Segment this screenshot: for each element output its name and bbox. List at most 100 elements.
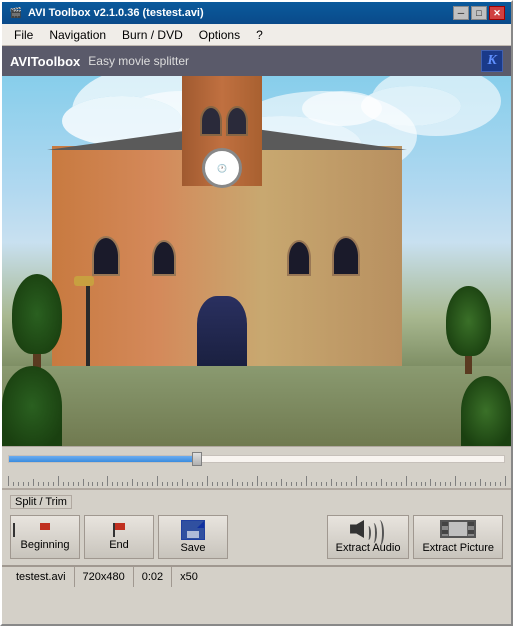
beginning-label: Beginning: [21, 539, 70, 551]
tick-4: [28, 482, 29, 486]
tree-top-right: [446, 286, 491, 356]
extract-audio-button[interactable]: Extract Audio: [327, 515, 410, 559]
tick-42: [217, 482, 218, 486]
extract-picture-label: Extract Picture: [422, 542, 494, 554]
church-window-left: [92, 236, 120, 276]
tower-window-1: [200, 106, 222, 136]
tick-72: [366, 482, 367, 486]
menu-item-help[interactable]: ?: [248, 24, 271, 45]
tick-29: [152, 482, 153, 486]
tick-98: [495, 482, 496, 486]
speaker-wave-3: [375, 520, 384, 546]
tick-11: [63, 482, 64, 486]
tick-2: [18, 482, 19, 486]
tick-78: [396, 482, 397, 486]
menu-item-burn-dvd[interactable]: Burn / DVD: [114, 24, 191, 45]
tick-35: [182, 479, 183, 486]
tick-31: [162, 482, 163, 486]
tick-90: [455, 476, 456, 486]
end-button[interactable]: End: [84, 515, 154, 559]
close-button[interactable]: ✕: [489, 6, 505, 20]
tick-22: [117, 482, 118, 486]
save-icon-label: [187, 531, 199, 538]
tick-68: [346, 482, 347, 486]
app-icon: 🎬: [8, 5, 24, 21]
tick-96: [485, 482, 486, 486]
tick-97: [490, 482, 491, 486]
tick-69: [351, 482, 352, 486]
tick-1: [13, 482, 14, 486]
status-resolution: 720x480: [75, 567, 134, 587]
tick-13: [73, 482, 74, 486]
film-frame: [448, 520, 468, 538]
seek-bar-track[interactable]: [8, 455, 505, 463]
tick-52: [266, 482, 267, 486]
speaker-body-shape: [350, 520, 364, 538]
church-door: [197, 296, 247, 366]
app-subtitle: Easy movie splitter: [88, 54, 189, 68]
tick-15: [83, 479, 84, 486]
tick-30: [157, 476, 158, 486]
tick-70: [356, 476, 357, 486]
tick-47: [242, 482, 243, 486]
tick-73: [371, 482, 372, 486]
minimize-button[interactable]: ─: [453, 6, 469, 20]
tick-67: [341, 482, 342, 486]
tick-66: [336, 482, 337, 486]
tree-left: [12, 274, 62, 374]
seek-bar-thumb[interactable]: [192, 452, 202, 466]
tick-17: [92, 482, 93, 486]
maximize-button[interactable]: □: [471, 6, 487, 20]
status-bar: testest.avi 720x480 0:02 x50: [2, 565, 511, 587]
timeline-track[interactable]: [8, 472, 505, 486]
tick-26: [137, 482, 138, 486]
flag-body-beginning: [40, 523, 50, 530]
extract-picture-button[interactable]: Extract Picture: [413, 515, 503, 559]
tick-89: [450, 482, 451, 486]
speaker-icon: [350, 520, 386, 538]
tick-64: [326, 482, 327, 486]
menu-item-navigation[interactable]: Navigation: [41, 24, 114, 45]
tick-55: [281, 479, 282, 486]
tick-36: [187, 482, 188, 486]
tick-24: [127, 482, 128, 486]
tick-23: [122, 482, 123, 486]
foreground-bush-2: [461, 376, 511, 446]
tick-74: [376, 482, 377, 486]
menu-item-file[interactable]: File: [6, 24, 41, 45]
seek-bar-container: [2, 446, 511, 470]
tick-19: [102, 482, 103, 486]
tick-28: [147, 482, 148, 486]
tick-95: [480, 479, 481, 486]
tick-71: [361, 482, 362, 486]
split-trim-label: Split / Trim: [10, 495, 72, 509]
tick-16: [88, 482, 89, 486]
save-icon: [181, 520, 205, 540]
tick-60: [306, 476, 307, 486]
tick-56: [286, 482, 287, 486]
tick-32: [167, 482, 168, 486]
menu-item-options[interactable]: Options: [191, 24, 248, 45]
film-icon: [440, 520, 476, 538]
tick-48: [247, 482, 248, 486]
tree-trunk-right: [465, 356, 472, 374]
controls-buttons: Beginning End S: [10, 515, 503, 559]
tick-94: [475, 482, 476, 486]
tick-49: [252, 482, 253, 486]
end-label: End: [109, 539, 129, 551]
tower-window-2: [226, 106, 248, 136]
church-window-mid-left: [152, 240, 176, 276]
tick-100: [505, 476, 506, 486]
lamp-post-pole: [86, 286, 90, 366]
beginning-button[interactable]: Beginning: [10, 515, 80, 559]
title-bar: 🎬 AVI Toolbox v2.1.0.36 (testest.avi) ─ …: [2, 2, 511, 24]
app-name: AVIToolbox: [10, 54, 80, 69]
clock-face: 🕐: [202, 148, 242, 188]
save-button[interactable]: Save: [158, 515, 228, 559]
tick-18: [97, 482, 98, 486]
tick-81: [411, 482, 412, 486]
seek-bar-fill: [9, 456, 197, 462]
ground: [2, 366, 511, 446]
beginning-icon: [40, 523, 50, 537]
film-left-sprocket: [442, 522, 448, 536]
